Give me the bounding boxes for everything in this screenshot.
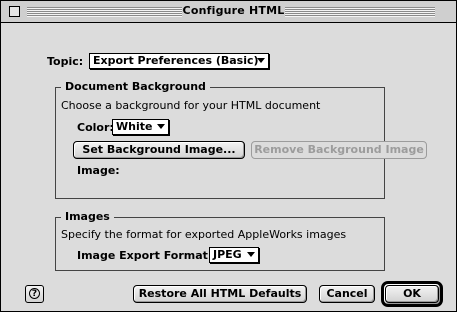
remove-background-image-button[interactable]: Remove Background Image [251,141,427,159]
image-label: Image: [77,164,120,177]
image-export-format-label: Image Export Format: [77,249,213,262]
topic-popup-value: Export Preferences (Basic) [93,54,259,67]
document-background-title: Document Background [61,80,210,93]
topic-popup[interactable]: Export Preferences (Basic) [89,53,269,69]
topic-label: Topic: [47,55,84,68]
help-button[interactable]: ? [25,285,44,303]
cancel-button[interactable]: Cancel [319,285,375,303]
chevron-down-icon [157,124,165,129]
title-bar[interactable]: Configure HTML [1,1,456,23]
image-export-format-value: JPEG [213,248,242,261]
image-export-format-popup[interactable]: JPEG [209,247,259,263]
chevron-down-icon [257,58,265,63]
configure-html-dialog: Configure HTML Topic: Export Preferences… [0,0,457,312]
set-background-image-button[interactable]: Set Background Image... [73,141,245,159]
title-stripes-left [27,7,182,17]
ok-button[interactable]: OK [385,285,439,303]
color-popup[interactable]: White [112,119,169,135]
images-title: Images [61,210,114,223]
question-mark-icon: ? [29,288,40,299]
chevron-down-icon [247,252,255,257]
title-stripes-right [285,7,435,17]
images-description: Specify the format for exported AppleWor… [61,228,347,241]
document-background-description: Choose a background for your HTML docume… [61,99,321,112]
restore-defaults-button[interactable]: Restore All HTML Defaults [133,285,307,303]
color-label: Color: [77,121,114,134]
color-popup-value: White [116,120,153,133]
window-title: Configure HTML [182,4,285,17]
close-box[interactable] [9,6,20,17]
